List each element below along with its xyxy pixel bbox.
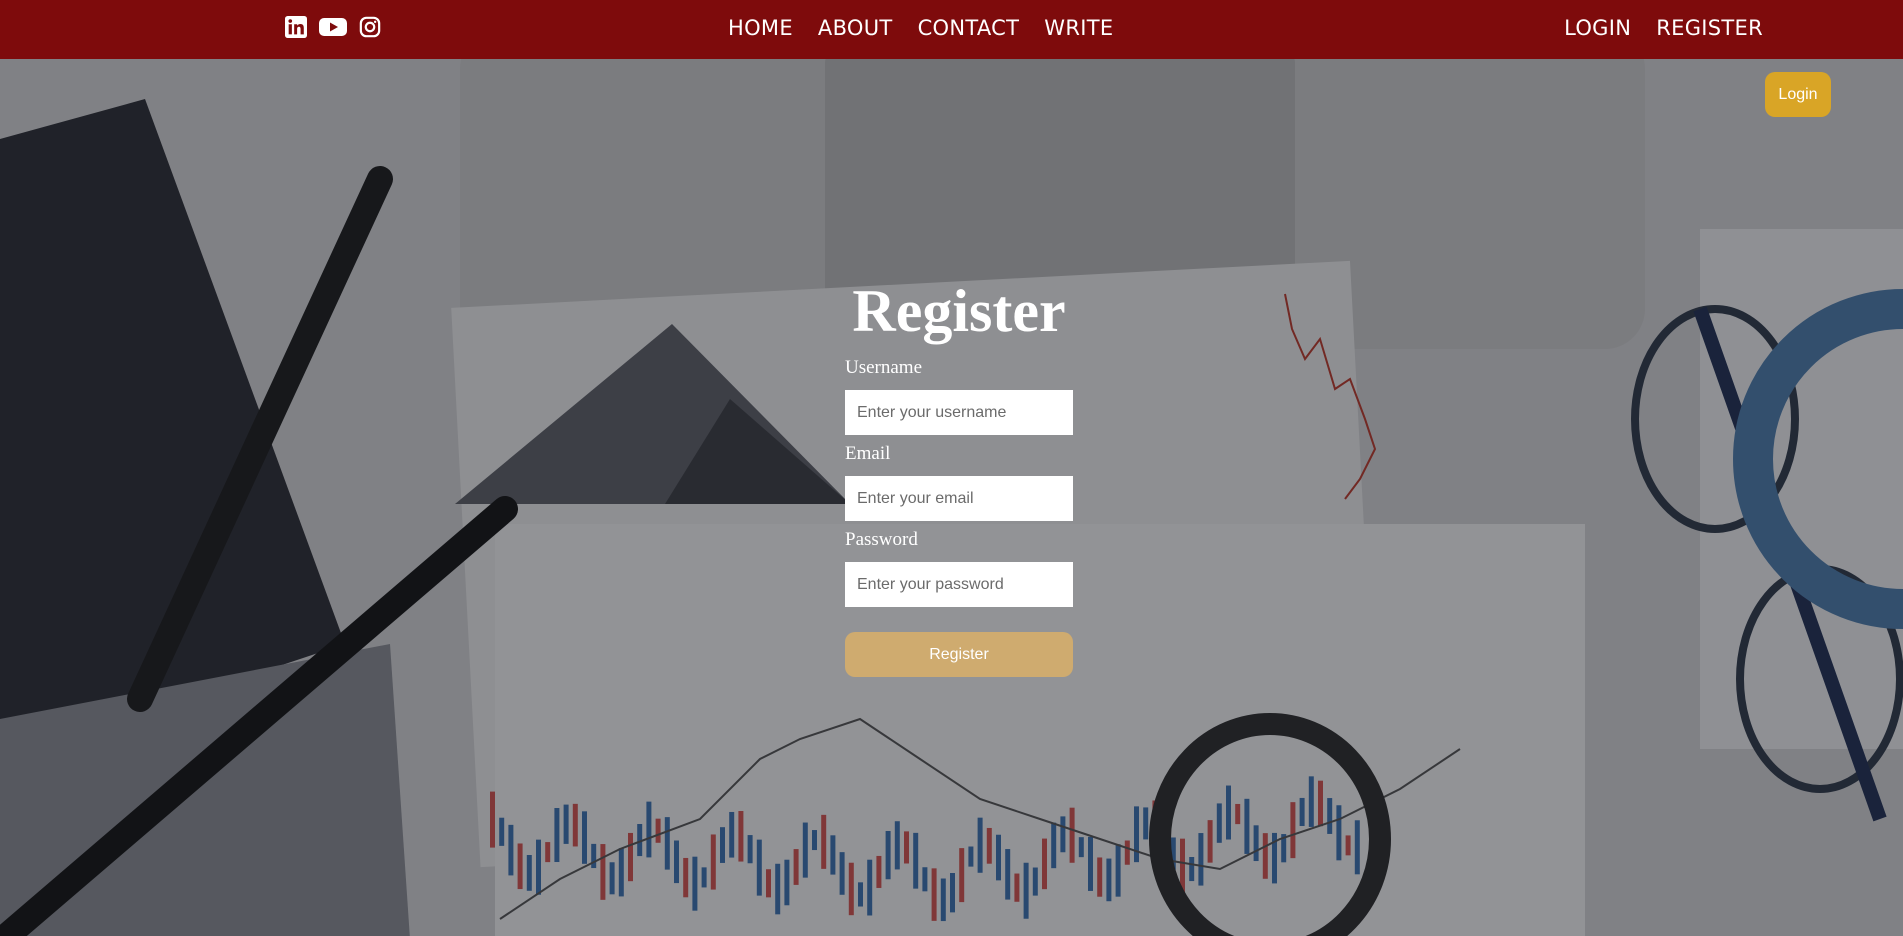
linkedin-icon[interactable] <box>285 16 307 43</box>
register-submit-button[interactable]: Register <box>845 632 1073 677</box>
nav-login[interactable]: LOGIN <box>1564 13 1631 43</box>
nav-contact[interactable]: CONTACT <box>918 13 1020 43</box>
password-label: Password <box>845 529 918 550</box>
top-navbar: HOME ABOUT CONTACT WRITE LOGIN REGISTER <box>0 0 1903 59</box>
username-input[interactable] <box>845 390 1073 435</box>
auth-nav: LOGIN REGISTER <box>1564 13 1763 43</box>
nav-home[interactable]: HOME <box>728 13 793 43</box>
instagram-icon[interactable] <box>359 16 381 43</box>
login-button[interactable]: Login <box>1765 72 1831 117</box>
email-label: Email <box>845 443 891 464</box>
register-title: Register <box>852 278 1066 344</box>
nav-register[interactable]: REGISTER <box>1656 13 1763 43</box>
main-nav: HOME ABOUT CONTACT WRITE <box>728 13 1138 43</box>
register-form: Register Username Email Password Registe… <box>845 275 1073 677</box>
email-input[interactable] <box>845 476 1073 521</box>
youtube-icon[interactable] <box>319 16 347 43</box>
social-links <box>285 16 381 43</box>
nav-write[interactable]: WRITE <box>1044 13 1113 43</box>
password-input[interactable] <box>845 562 1073 607</box>
nav-about[interactable]: ABOUT <box>818 13 893 43</box>
username-label: Username <box>845 357 923 378</box>
